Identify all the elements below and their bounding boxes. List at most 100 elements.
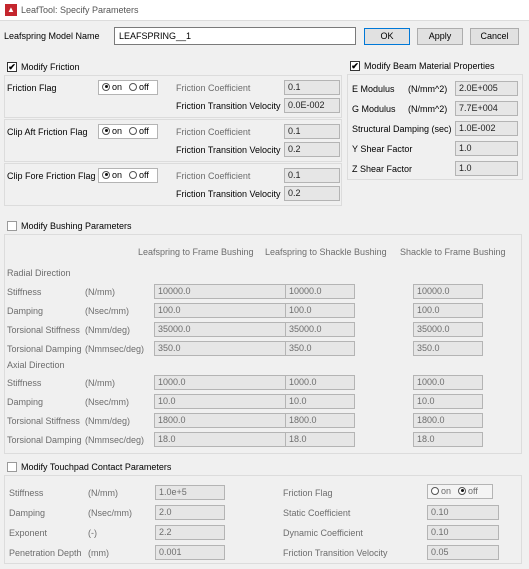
modify-touchpad-label: Modify Touchpad Contact Parameters — [21, 462, 172, 472]
touchpad-param-unit: (N/mm) — [88, 488, 118, 498]
touchpad-right-label: Static Coefficient — [283, 508, 351, 518]
beam-property-field[interactable]: 1.0 — [455, 141, 518, 156]
beam-property-field[interactable]: 2.0E+005 — [455, 81, 518, 96]
touchpad-right-field[interactable]: 0.05 — [427, 545, 499, 560]
touchpad-value-field[interactable]: 2.2 — [155, 525, 225, 540]
bushing-param-unit: (N/mm) — [85, 287, 115, 297]
bushing-value-field[interactable]: 1800.0 — [285, 413, 355, 428]
friction-flag-radio-group[interactable]: on off — [98, 80, 158, 95]
bushing-param-label: Torsional Stiffness — [7, 416, 80, 426]
touchpad-friction-flag-off-label: off — [468, 485, 478, 496]
modify-bushing-label: Modify Bushing Parameters — [21, 221, 132, 231]
touchpad-right-field[interactable]: 0.10 — [427, 525, 499, 540]
friction-transition-velocity-field[interactable]: 0.2 — [284, 142, 340, 157]
friction-transition-velocity-label: Friction Transition Velocity — [176, 101, 281, 111]
friction-flag-radio-group[interactable]: on off — [98, 124, 158, 139]
friction-flag-on-label: on — [112, 169, 123, 180]
touchpad-friction-flag-on-label: on — [441, 485, 452, 496]
bushing-col-header-1: Leafspring to Frame Bushing — [138, 247, 254, 257]
bushing-value-field[interactable]: 10000.0 — [285, 284, 355, 299]
beam-property-unit: (N/mm^2) — [408, 84, 448, 94]
touchpad-right-field[interactable]: 0.10 — [427, 505, 499, 520]
friction-flag-off-radio[interactable] — [129, 126, 138, 135]
friction-coefficient-label: Friction Coefficient — [176, 127, 251, 137]
modify-bushing-checkbox[interactable] — [7, 221, 17, 231]
friction-coefficient-label: Friction Coefficient — [176, 83, 251, 93]
friction-flag-off-radio[interactable] — [129, 170, 138, 179]
beam-property-field[interactable]: 1.0 — [455, 161, 518, 176]
bushing-value-field[interactable]: 100.0 — [285, 303, 355, 318]
touchpad-friction-flag-on-radio[interactable] — [431, 486, 439, 495]
bushing-col-header-3: Shackle to Frame Bushing — [400, 247, 506, 257]
friction-flag-on-label: on — [112, 125, 123, 136]
axial-direction-title: Axial Direction — [7, 360, 65, 370]
ok-button[interactable]: OK — [364, 28, 410, 45]
bushing-value-field[interactable]: 1000.0 — [285, 375, 355, 390]
touchpad-param-label: Penetration Depth — [9, 548, 82, 558]
cancel-button[interactable]: Cancel — [470, 28, 519, 45]
beam-property-field[interactable]: 1.0E-002 — [455, 121, 518, 136]
friction-flag-off-label: off — [139, 81, 149, 92]
touchpad-friction-flag-off-radio[interactable] — [458, 486, 467, 495]
bushing-value-field[interactable]: 35000.0 — [413, 322, 483, 337]
bushing-value-field[interactable]: 10000.0 — [413, 284, 483, 299]
bushing-value-field[interactable]: 18.0 — [285, 432, 355, 447]
bushing-value-field[interactable]: 350.0 — [413, 341, 483, 356]
modify-beam-label: Modify Beam Material Properties — [364, 61, 495, 71]
bushing-param-unit: (Nmmsec/deg) — [85, 344, 145, 354]
bushing-param-unit: (Nsec/mm) — [85, 397, 129, 407]
touchpad-param-unit: (-) — [88, 528, 97, 538]
model-name-label: Leafspring Model Name — [4, 31, 100, 41]
friction-transition-velocity-field[interactable]: 0.0E-002 — [284, 98, 340, 113]
friction-flag-on-radio[interactable] — [102, 126, 110, 135]
friction-flag-on-radio[interactable] — [102, 170, 110, 179]
bushing-value-field[interactable]: 1800.0 — [413, 413, 483, 428]
modify-touchpad-checkbox[interactable] — [7, 462, 17, 472]
touchpad-param-unit: (mm) — [88, 548, 109, 558]
bushing-param-unit: (Nsec/mm) — [85, 306, 129, 316]
friction-flag-off-label: off — [139, 169, 149, 180]
friction-flag-off-radio[interactable] — [129, 82, 138, 91]
beam-property-label: G Modulus — [352, 104, 396, 114]
bushing-param-unit: (Nmm/deg) — [85, 416, 131, 426]
bushing-param-unit: (Nmm/deg) — [85, 325, 131, 335]
friction-coefficient-field[interactable]: 0.1 — [284, 124, 340, 139]
modify-friction-label: Modify Friction — [21, 62, 80, 72]
bushing-value-field[interactable]: 18.0 — [413, 432, 483, 447]
modify-friction-checkbox[interactable]: ✔ — [7, 62, 17, 72]
friction-coefficient-field[interactable]: 0.1 — [284, 168, 340, 183]
friction-flag-on-radio[interactable] — [102, 82, 110, 91]
bushing-value-field[interactable]: 10.0 — [285, 394, 355, 409]
bushing-value-field[interactable]: 35000.0 — [285, 322, 355, 337]
friction-flag-label: Clip Fore Friction Flag — [7, 171, 96, 181]
touchpad-value-field[interactable]: 0.001 — [155, 545, 225, 560]
bushing-value-field[interactable]: 100.0 — [413, 303, 483, 318]
bushing-value-field[interactable]: 10.0 — [413, 394, 483, 409]
beam-property-label: Structural Damping (sec) — [352, 124, 452, 134]
beam-property-field[interactable]: 7.7E+004 — [455, 101, 518, 116]
friction-flag-radio-group[interactable]: on off — [98, 168, 158, 183]
touchpad-param-label: Exponent — [9, 528, 48, 538]
bushing-value-field[interactable]: 1000.0 — [413, 375, 483, 390]
friction-flag-on-label: on — [112, 81, 123, 92]
friction-transition-velocity-label: Friction Transition Velocity — [176, 189, 281, 199]
app-logo-icon: ▲ — [5, 4, 17, 16]
bushing-value-field[interactable]: 350.0 — [285, 341, 355, 356]
radial-direction-title: Radial Direction — [7, 268, 71, 278]
model-name-input[interactable]: LEAFSPRING__1 — [114, 27, 356, 45]
friction-transition-velocity-field[interactable]: 0.2 — [284, 186, 340, 201]
bushing-param-label: Stiffness — [7, 378, 42, 388]
bushing-param-unit: (N/mm) — [85, 378, 115, 388]
apply-button[interactable]: Apply — [417, 28, 463, 45]
modify-beam-checkbox[interactable]: ✔ — [350, 61, 360, 71]
touchpad-value-field[interactable]: 2.0 — [155, 505, 225, 520]
friction-flag-label: Friction Flag — [7, 83, 57, 93]
touchpad-right-label: Dynamic Coefficient — [283, 528, 363, 538]
touchpad-param-label: Stiffness — [9, 488, 44, 498]
friction-coefficient-field[interactable]: 0.1 — [284, 80, 340, 95]
window-title: LeafTool: Specify Parameters — [21, 5, 139, 15]
touchpad-right-label: Friction Transition Velocity — [283, 548, 388, 558]
touchpad-friction-flag-label: Friction Flag — [283, 488, 333, 498]
touchpad-value-field[interactable]: 1.0e+5 — [155, 485, 225, 500]
touchpad-friction-flag-radio-group[interactable]: on off — [427, 484, 493, 499]
